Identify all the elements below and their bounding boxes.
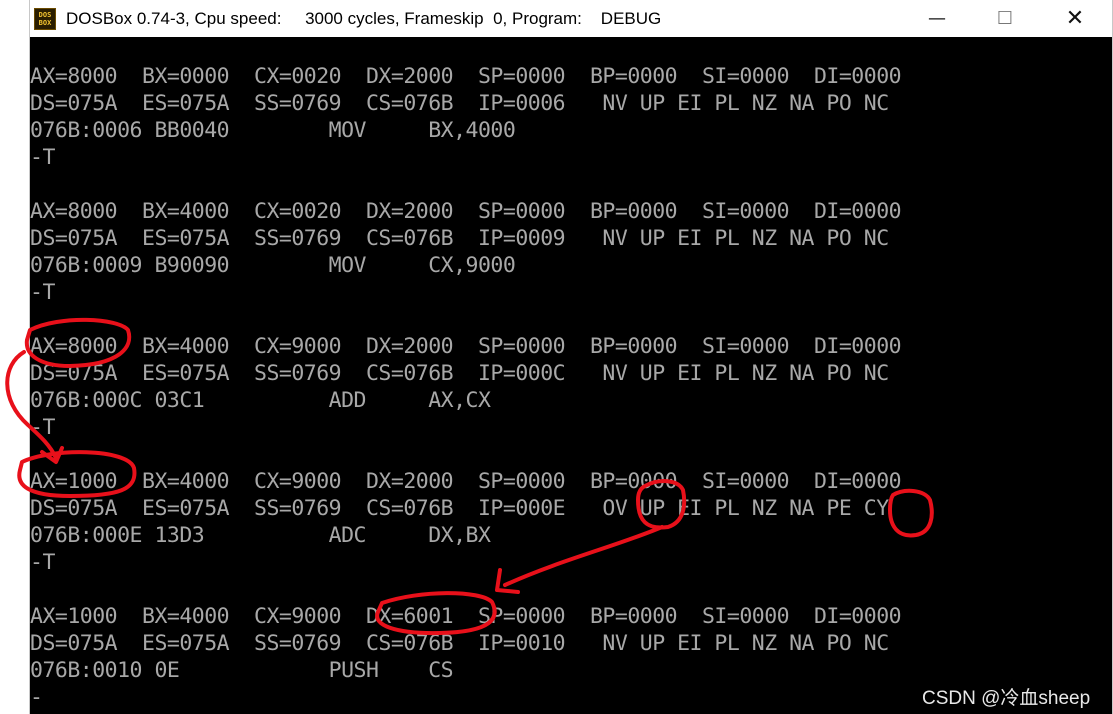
- csdn-watermark: CSDN @冷血sheep: [922, 688, 1091, 709]
- console-line: DS=075A ES=075A SS=0769 CS=076B IP=0010 …: [30, 631, 889, 656]
- console-line: -T: [30, 550, 55, 575]
- console-line: AX=1000 BX=4000 CX=9000 DX=2000 SP=0000 …: [30, 469, 902, 494]
- dosbox-app-icon: DOS BOX: [34, 7, 56, 30]
- maximize-button[interactable]: ☐: [970, 0, 1040, 37]
- console-line: 076B:0006 BB0040 MOV BX,4000: [30, 118, 516, 143]
- icon-text-bottom: BOX: [38, 18, 52, 27]
- console-line: AX=1000 BX=4000 CX=9000 DX=6001 SP=0000 …: [30, 604, 902, 629]
- console-line: AX=8000 BX=4000 CX=9000 DX=2000 SP=0000 …: [30, 334, 902, 359]
- console-line: 076B:0010 0E PUSH CS: [30, 658, 454, 683]
- dosbox-window: DOS BOX DOSBox 0.74-3, Cpu speed: 3000 c…: [30, 0, 1112, 714]
- maximize-icon: ☐: [996, 8, 1014, 29]
- console-line: 076B:000E 13D3 ADC DX,BX: [30, 523, 491, 548]
- console-line: DS=075A ES=075A SS=0769 CS=076B IP=000E …: [30, 496, 889, 521]
- title-bar[interactable]: DOS BOX DOSBox 0.74-3, Cpu speed: 3000 c…: [30, 0, 1112, 37]
- console-line: DS=075A ES=075A SS=0769 CS=076B IP=000C …: [30, 361, 889, 386]
- minimize-icon: —: [928, 8, 946, 29]
- minimize-button[interactable]: —: [902, 0, 972, 37]
- console-line: DS=075A ES=075A SS=0769 CS=076B IP=0009 …: [30, 226, 889, 251]
- console-line: -T: [30, 280, 55, 305]
- console-line: 076B:0009 B90090 MOV CX,9000: [30, 253, 516, 278]
- window-title: DOSBox 0.74-3, Cpu speed: 3000 cycles, F…: [66, 8, 662, 28]
- console-line: DS=075A ES=075A SS=0769 CS=076B IP=0006 …: [30, 91, 889, 116]
- console-line: -: [30, 685, 43, 710]
- icon-text-top: DOS: [38, 10, 52, 19]
- close-icon: ✕: [1065, 6, 1085, 31]
- console-line: AX=8000 BX=0000 CX=0020 DX=2000 SP=0000 …: [30, 64, 902, 89]
- console-line: AX=8000 BX=4000 CX=0020 DX=2000 SP=0000 …: [30, 199, 902, 224]
- console-line: -T: [30, 145, 55, 170]
- console-line: 076B:000C 03C1 ADD AX,CX: [30, 388, 491, 413]
- close-button[interactable]: ✕: [1040, 0, 1110, 37]
- console-line: -T: [30, 415, 55, 440]
- debug-console[interactable]: AX=8000 BX=0000 CX=0020 DX=2000 SP=0000 …: [30, 37, 1112, 714]
